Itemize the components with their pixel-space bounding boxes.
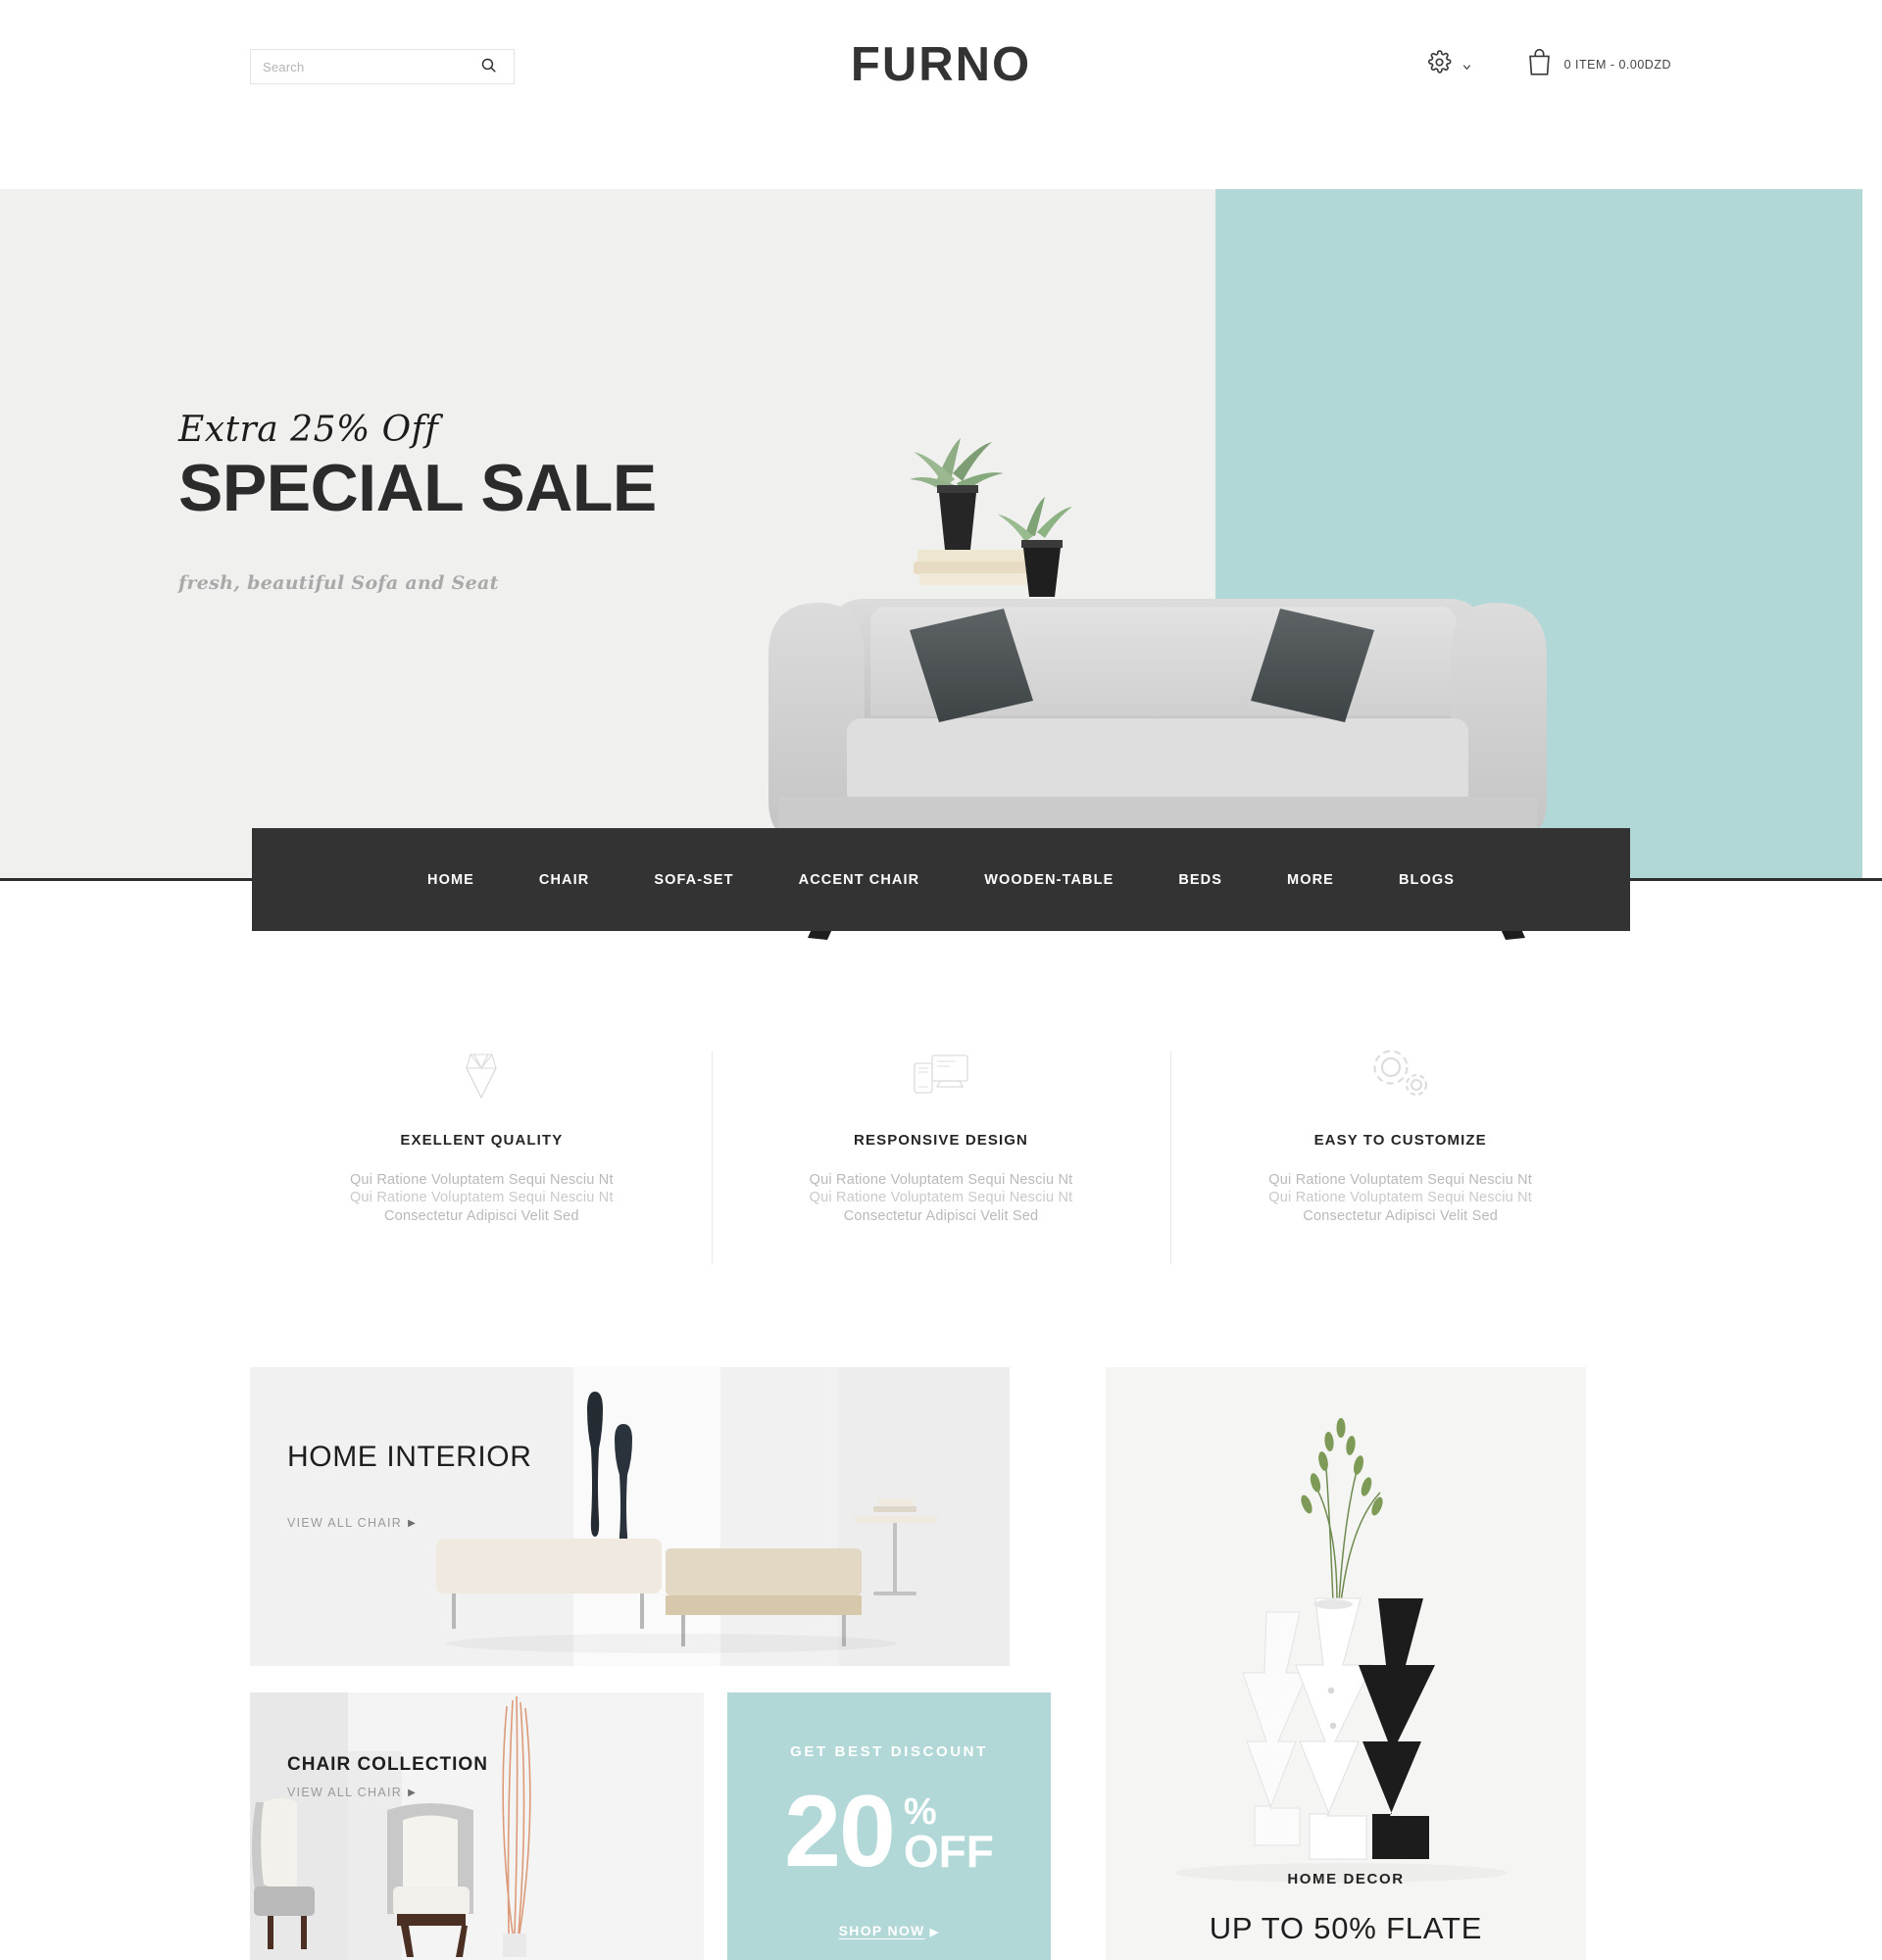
- cart-widget[interactable]: 0 ITEM - 0.00DZD: [1526, 47, 1671, 81]
- feature-responsive-design: RESPONSIVE DESIGN Qui Ratione Voluptatem…: [711, 1044, 1171, 1269]
- nav-item-accent-chair[interactable]: ACCENT CHAIR: [767, 872, 953, 888]
- shopping-bag-icon: [1526, 47, 1553, 81]
- shop-now-label: SHOP NOW: [838, 1923, 925, 1938]
- promo-link-label: VIEW ALL CHAIR: [287, 1516, 403, 1530]
- hero-copy: Extra 25% Off SPECIAL SALE fresh, beauti…: [178, 410, 657, 594]
- nav-item-beds[interactable]: BEDS: [1146, 872, 1255, 888]
- feature-description: Qui Ratione Voluptatem Sequi Nesciu Nt Q…: [741, 1170, 1142, 1227]
- promo-discount-banner[interactable]: GET BEST DISCOUNT 20 % OFF SHOP NOW ▶: [727, 1692, 1051, 1960]
- features-section: EXELLENT QUALITY Qui Ratione Voluptatem …: [252, 1044, 1630, 1269]
- cart-summary-text: 0 ITEM - 0.00DZD: [1563, 57, 1671, 72]
- nav-item-home[interactable]: HOME: [395, 872, 507, 888]
- promo-chair-collection-copy: CHAIR COLLECTION: [287, 1754, 488, 1776]
- arrow-right-icon: ▶: [408, 1787, 418, 1798]
- nav-item-sofa-set[interactable]: SOFA-SET: [621, 872, 766, 888]
- page-root: FURNO: [0, 0, 1882, 1960]
- diamond-icon: [281, 1044, 682, 1104]
- feature-easy-to-customize: EASY TO CUSTOMIZE Qui Ratione Voluptatem…: [1170, 1044, 1630, 1269]
- promo-home-interior-link[interactable]: VIEW ALL CHAIR ▶: [287, 1516, 417, 1530]
- hero-banner: Extra 25% Off SPECIAL SALE fresh, beauti…: [0, 189, 1862, 940]
- header-actions: 0 ITEM - 0.00DZD: [1427, 47, 1671, 81]
- hero-title: SPECIAL SALE: [178, 451, 657, 525]
- discount-number: 20: [784, 1775, 896, 1888]
- feature-title: EXELLENT QUALITY: [400, 1132, 564, 1149]
- feature-desc-line-2: Qui Ratione Voluptatem Sequi Nesciu Nt: [349, 1190, 614, 1205]
- discount-stack: % OFF: [904, 1793, 994, 1874]
- gear-icon: [1427, 49, 1452, 79]
- feature-description: Qui Ratione Voluptatem Sequi Nesciu Nt Q…: [1200, 1170, 1601, 1227]
- gears-icon: [1200, 1044, 1601, 1104]
- feature-desc-line-2: Qui Ratione Voluptatem Sequi Nesciu Nt: [1268, 1190, 1533, 1205]
- feature-description: Qui Ratione Voluptatem Sequi Nesciu Nt Q…: [281, 1170, 682, 1227]
- promo-home-decor-subtitle: UP TO 50% FLATE: [1209, 1911, 1483, 1945]
- promo-chair-collection[interactable]: CHAIR COLLECTION VIEW ALL CHAIR ▶: [250, 1692, 704, 1960]
- promo-chair-collection-title: CHAIR COLLECTION: [287, 1754, 488, 1775]
- arrow-right-icon: ▶: [408, 1517, 418, 1529]
- feature-desc-line-3: Consectetur Adipisci Velit Sed: [1303, 1208, 1498, 1224]
- nav-item-chair[interactable]: CHAIR: [507, 872, 621, 888]
- arrow-right-icon: ▶: [929, 1927, 940, 1938]
- promo-home-decor[interactable]: HOME DECOR UP TO 50% FLATE: [1106, 1367, 1586, 1960]
- hero-script-text: Extra 25% Off: [178, 410, 439, 450]
- feature-title: EASY TO CUSTOMIZE: [1313, 1132, 1487, 1149]
- main-navigation: HOME CHAIR SOFA-SET ACCENT CHAIR WOODEN-…: [252, 828, 1630, 931]
- discount-figure: 20 % OFF: [727, 1775, 1051, 1888]
- nav-item-blogs[interactable]: BLOGS: [1366, 872, 1487, 888]
- promo-home-interior[interactable]: HOME INTERIOR VIEW ALL CHAIR ▶: [250, 1367, 1010, 1666]
- promo-home-interior-title: HOME INTERIOR: [287, 1441, 532, 1473]
- feature-title: RESPONSIVE DESIGN: [854, 1132, 1028, 1149]
- site-header: FURNO: [0, 0, 1882, 189]
- nav-item-wooden-table[interactable]: WOODEN-TABLE: [952, 872, 1146, 888]
- feature-desc-line-2: Qui Ratione Voluptatem Sequi Nesciu Nt: [809, 1190, 1073, 1205]
- responsive-devices-icon: [741, 1044, 1142, 1104]
- promo-home-interior-copy: HOME INTERIOR: [287, 1441, 531, 1474]
- promo-home-decor-title: HOME DECOR: [1287, 1871, 1405, 1887]
- promo-home-decor-copy: HOME DECOR UP TO 50% FLATE: [1106, 1871, 1586, 1946]
- discount-heading: GET BEST DISCOUNT: [790, 1743, 988, 1760]
- shop-now-button[interactable]: SHOP NOW ▶: [727, 1923, 1051, 1938]
- discount-off-label: OFF: [903, 1826, 994, 1877]
- feature-desc-line-3: Consectetur Adipisci Velit Sed: [384, 1208, 579, 1224]
- promo-link-label: VIEW ALL CHAIR: [287, 1786, 403, 1799]
- nav-item-more[interactable]: MORE: [1255, 872, 1366, 888]
- feature-desc-line-3: Consectetur Adipisci Velit Sed: [843, 1208, 1039, 1224]
- feature-excellent-quality: EXELLENT QUALITY Qui Ratione Voluptatem …: [252, 1044, 712, 1269]
- settings-dropdown[interactable]: [1427, 49, 1471, 79]
- chevron-down-icon: [1461, 60, 1471, 70]
- promo-chair-collection-link[interactable]: VIEW ALL CHAIR ▶: [287, 1786, 417, 1799]
- hero-subtitle: fresh, beautiful Sofa and Seat: [178, 572, 499, 595]
